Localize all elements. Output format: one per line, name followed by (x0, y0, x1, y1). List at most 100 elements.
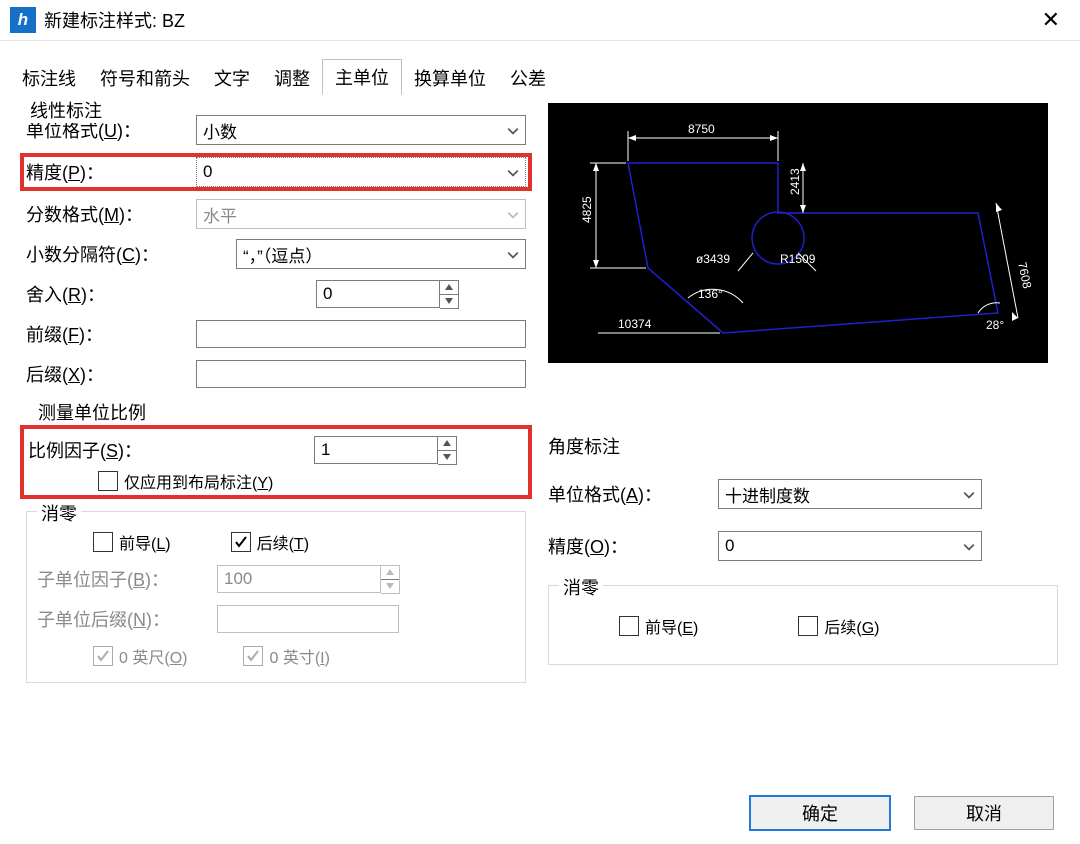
combo-fraction-format: 水平 (196, 199, 526, 229)
label-leading: 前导(L) (119, 530, 171, 554)
label-trailing: 后续(T) (257, 530, 309, 554)
tab-primary-units[interactable]: 主单位 (322, 59, 402, 95)
spin-down-icon[interactable] (440, 294, 458, 308)
label-angular-trailing: 后续(G) (824, 614, 879, 638)
chevron-down-icon (963, 486, 975, 498)
label-layout-only: 仅应用到布局标注(Y) (124, 469, 273, 493)
chevron-down-icon (507, 122, 519, 134)
dialog-window: h 新建标注样式: BZ ✕ 标注线 符号和箭头 文字 调整 主单位 换算单位 … (0, 0, 1080, 844)
group-zero-suppress: 消零 前导(L) 后续(T) 子单位因子(B)： (26, 511, 526, 683)
label-angular-leading: 前导(E) (645, 614, 698, 638)
input-prefix[interactable] (196, 320, 526, 348)
dim-dia1: ø3439 (696, 252, 730, 266)
tab-strip: 标注线 符号和箭头 文字 调整 主单位 换算单位 公差 (10, 59, 1070, 95)
input-subunit-suffix (217, 605, 399, 633)
ok-button[interactable]: 确定 (750, 796, 890, 830)
close-button[interactable]: ✕ (1032, 5, 1070, 35)
label-scale-group: 测量单位比例 (38, 399, 526, 425)
titlebar: h 新建标注样式: BZ ✕ (0, 0, 1080, 41)
cancel-button[interactable]: 取消 (914, 796, 1054, 830)
label-zero-feet: 0 英尺(O) (119, 644, 187, 668)
input-round[interactable]: 0 (316, 280, 440, 308)
checkbox-zero-feet: 0 英尺(O) (93, 644, 187, 668)
combo-decimal-separator[interactable]: “，”（逗点） (236, 239, 526, 269)
label-suffix: 后缀(X)： (26, 361, 196, 387)
dim-right-v: 2413 (788, 168, 802, 195)
spin-down-icon (381, 579, 399, 593)
checkbox-icon (93, 532, 113, 552)
combo-angular-precision[interactable]: 0 (718, 531, 982, 561)
combo-unit-format-value: 小数 (203, 118, 237, 143)
checkbox-icon (98, 471, 118, 491)
chevron-down-icon (963, 538, 975, 550)
label-zero-inches: 0 英寸(I) (269, 644, 329, 668)
chevron-down-icon (507, 164, 519, 176)
tab-fit[interactable]: 调整 (262, 61, 322, 95)
tab-text[interactable]: 文字 (202, 61, 262, 95)
label-subunit-factor: 子单位因子(B)： (37, 566, 217, 592)
input-scale-factor[interactable]: 1 (314, 436, 438, 464)
combo-decimal-separator-value: “，”（逗点） (243, 242, 322, 267)
chevron-down-icon (507, 206, 519, 218)
window-title: 新建标注样式: BZ (44, 7, 185, 33)
label-precision: 精度(P)： (26, 159, 196, 185)
checkbox-icon (798, 616, 818, 636)
input-suffix[interactable] (196, 360, 526, 388)
checkbox-angular-trailing[interactable]: 后续(G) (798, 614, 879, 638)
checkbox-angular-leading[interactable]: 前导(E) (619, 614, 698, 638)
checkbox-icon (243, 646, 263, 666)
dim-angle: 136° (698, 287, 723, 301)
group-linear-dimension: 线性标注 单位格式(U)： 小数 精度(P)： 0 分数 (16, 103, 536, 693)
label-prefix: 前缀(F)： (26, 321, 196, 347)
checkbox-trailing[interactable]: 后续(T) (231, 530, 309, 554)
label-decimal-separator: 小数分隔符(C)： (26, 241, 236, 267)
tab-tolerance[interactable]: 公差 (498, 61, 558, 95)
dialog-buttons: 确定 取消 (750, 796, 1054, 830)
label-angular-unit-format: 单位格式(A)： (548, 481, 718, 507)
combo-angular-unit-format-value: 十进制度数 (725, 482, 810, 507)
tab-lines[interactable]: 标注线 (10, 61, 88, 95)
preview-pane: 8750 4825 2413 7608 10374 136 (548, 103, 1048, 363)
checkbox-layout-only[interactable]: 仅应用到布局标注(Y) (98, 469, 524, 493)
preview-drawing: 8750 4825 2413 7608 10374 136 (548, 103, 1048, 363)
chevron-down-icon (507, 246, 519, 258)
spin-subunit-factor: 100 (217, 565, 400, 594)
label-scale-factor: 比例因子(S)： (28, 437, 314, 463)
group-angular-zero: 消零 前导(E) 后续(G) (548, 585, 1058, 665)
dim-bottom: 10374 (618, 317, 652, 331)
dim-top: 8750 (688, 122, 715, 136)
combo-precision-value: 0 (203, 162, 212, 182)
dim-left: 4825 (580, 196, 594, 223)
spin-scale-factor[interactable]: 1 (314, 436, 457, 465)
group-angular-title: 角度标注 (548, 433, 1058, 459)
group-linear-title: 线性标注 (26, 97, 106, 123)
label-angular-precision: 精度(O)： (548, 533, 718, 559)
dim-dia2: R1509 (780, 252, 816, 266)
checkbox-icon (93, 646, 113, 666)
group-zero-title: 消零 (37, 500, 81, 526)
spin-down-icon[interactable] (438, 450, 456, 464)
spin-up-icon[interactable] (438, 437, 456, 450)
dim-angle2: 28° (986, 318, 1004, 332)
tab-symbols[interactable]: 符号和箭头 (88, 61, 202, 95)
checkbox-leading[interactable]: 前导(L) (93, 530, 171, 554)
label-round: 舍入(R)： (26, 281, 316, 307)
dim-far-right: 7608 (1015, 261, 1034, 290)
combo-angular-unit-format[interactable]: 十进制度数 (718, 479, 982, 509)
label-subunit-suffix: 子单位后缀(N)： (37, 606, 217, 632)
label-fraction-format: 分数格式(M)： (26, 201, 196, 227)
app-icon: h (10, 7, 36, 33)
tab-alt-units[interactable]: 换算单位 (402, 61, 498, 95)
spin-up-icon (381, 566, 399, 579)
spin-round[interactable]: 0 (316, 280, 459, 309)
spin-up-icon[interactable] (440, 281, 458, 294)
checkbox-zero-inches: 0 英寸(I) (243, 644, 329, 668)
input-subunit-factor: 100 (217, 565, 381, 593)
combo-fraction-format-value: 水平 (203, 202, 237, 227)
checkbox-icon (231, 532, 251, 552)
combo-unit-format[interactable]: 小数 (196, 115, 526, 145)
combo-precision[interactable]: 0 (196, 157, 526, 187)
group-angular-zero-title: 消零 (559, 574, 603, 600)
combo-angular-precision-value: 0 (725, 536, 734, 556)
checkbox-icon (619, 616, 639, 636)
